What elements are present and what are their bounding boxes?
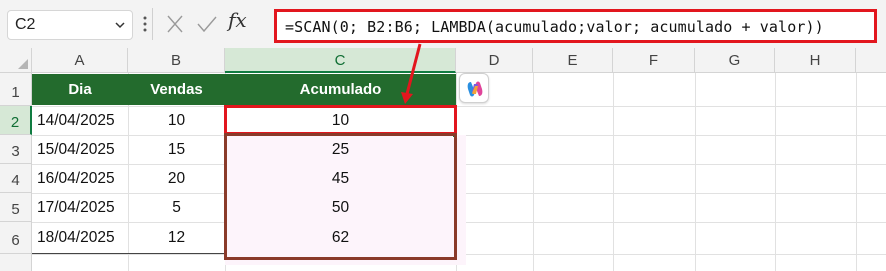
chevron-down-icon[interactable]	[114, 19, 126, 31]
cell-b6[interactable]: 12	[128, 224, 225, 252]
cell-a6[interactable]: 18/04/2025	[32, 224, 128, 252]
copilot-icon	[467, 81, 483, 97]
formula-input[interactable]: =SCAN(0; B2:B6; LAMBDA(acumulado;valor; …	[274, 9, 877, 43]
formula-text: =SCAN(0; B2:B6; LAMBDA(acumulado;valor; …	[285, 18, 824, 36]
column-header-d[interactable]: D	[456, 48, 533, 73]
cell-a1[interactable]: Dia	[32, 74, 128, 105]
fx-icon[interactable]: fx	[228, 8, 247, 32]
column-header-e[interactable]: E	[533, 48, 613, 73]
column-header-h[interactable]: H	[775, 48, 856, 73]
formula-bar: C2 fx =SCAN(0; B2:B6; LAMBDA(acumulado;v…	[0, 0, 886, 48]
cell-c1[interactable]: Acumulado	[225, 74, 456, 105]
row-header-7[interactable]	[0, 254, 32, 271]
cell-a5[interactable]: 17/04/2025	[32, 194, 128, 222]
cell-b2[interactable]: 10	[128, 107, 225, 135]
check-icon[interactable]	[196, 14, 218, 34]
cell-a2[interactable]: 14/04/2025	[32, 107, 128, 135]
row-header-5[interactable]: 5	[0, 193, 32, 222]
vertical-dots-icon[interactable]	[143, 14, 147, 34]
cell-a3[interactable]: 15/04/2025	[32, 136, 128, 164]
column-header-a[interactable]: A	[32, 48, 128, 73]
row-header-6[interactable]: 6	[0, 222, 32, 254]
name-box-value: C2	[15, 16, 36, 33]
column-header-c[interactable]: C	[225, 48, 456, 73]
divider	[152, 8, 153, 40]
copilot-button[interactable]	[459, 73, 489, 103]
table-bottom-border	[32, 253, 225, 254]
row-header-2[interactable]: 2	[0, 106, 32, 135]
row-header-1[interactable]: 1	[0, 73, 32, 106]
cell-b1[interactable]: Vendas	[128, 74, 225, 105]
column-header-b[interactable]: B	[128, 48, 225, 73]
column-header-f[interactable]: F	[613, 48, 695, 73]
column-header-g[interactable]: G	[695, 48, 775, 73]
cell-b4[interactable]: 20	[128, 165, 225, 193]
cell-b3[interactable]: 15	[128, 136, 225, 164]
annotation-highlight-c2	[224, 105, 457, 135]
cell-a4[interactable]: 16/04/2025	[32, 165, 128, 193]
annotation-highlight-c3-c6	[224, 133, 457, 260]
name-box[interactable]: C2	[7, 10, 133, 40]
x-icon[interactable]	[166, 14, 184, 34]
select-all-corner[interactable]	[0, 48, 32, 73]
spreadsheet-grid: A B C D E F G H 1 2 3 4 5 6 Dia Vendas A…	[0, 48, 886, 271]
row-header-4[interactable]: 4	[0, 164, 32, 193]
column-header-i[interactable]	[856, 48, 886, 73]
cell-b5[interactable]: 5	[128, 194, 225, 222]
row-header-3[interactable]: 3	[0, 135, 32, 164]
